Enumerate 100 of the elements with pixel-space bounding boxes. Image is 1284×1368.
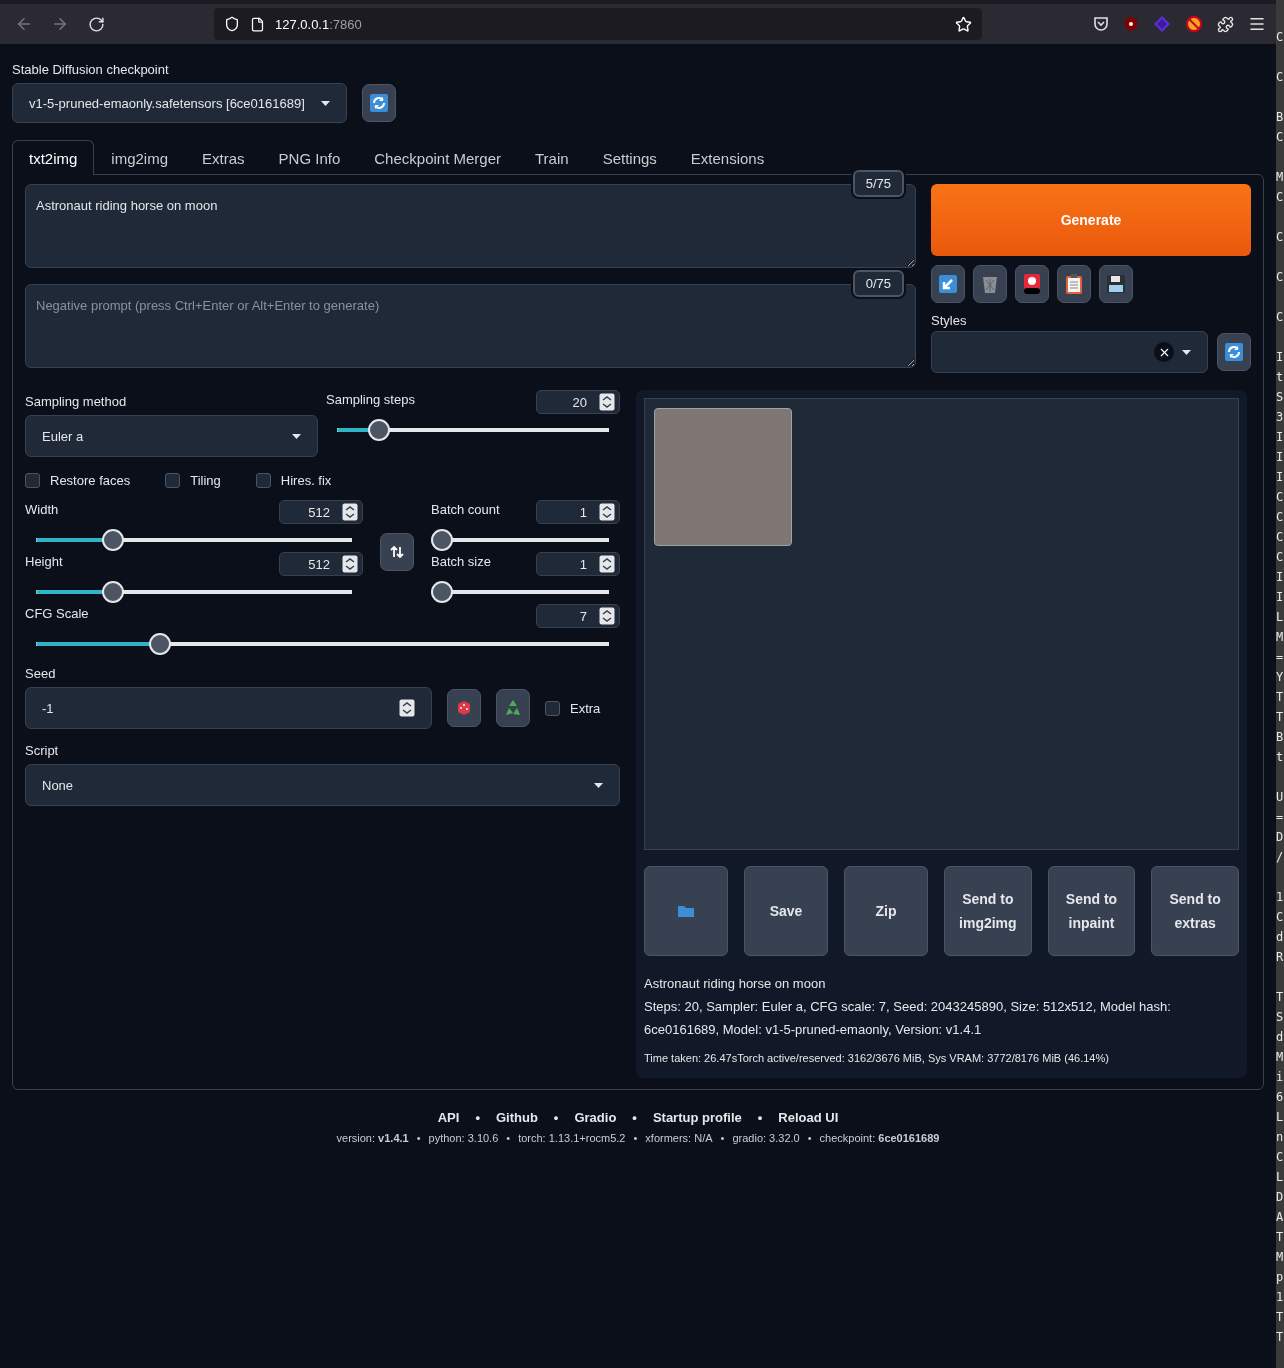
image-thumbnail[interactable] (654, 408, 792, 546)
footer-link[interactable]: API (437, 1110, 460, 1125)
version-text: python: 3.10.6 (428, 1132, 499, 1144)
terminal-text: C (1276, 509, 1284, 526)
bookmark-star-icon[interactable] (955, 15, 972, 33)
terminal-text: B (1276, 729, 1284, 746)
number-field[interactable]: 1 (536, 500, 620, 524)
footer-link[interactable]: Github (495, 1110, 538, 1125)
slider-thumb[interactable] (431, 581, 453, 603)
separator-dot: • (416, 1132, 421, 1144)
info-prompt: Astronaut riding horse on moon (644, 975, 827, 993)
tool-button[interactable] (1015, 265, 1049, 303)
tool-button[interactable] (931, 265, 965, 303)
slider-thumb[interactable] (101, 581, 124, 603)
terminal-text: I (1276, 469, 1284, 486)
token-counter: 0/75 (852, 270, 904, 297)
token-counter: 5/75 (852, 170, 904, 197)
checkbox[interactable] (545, 700, 560, 716)
terminal-text: C (1276, 489, 1284, 506)
number-field[interactable]: 512 (279, 500, 363, 524)
slider-thumb[interactable] (149, 633, 172, 655)
field-label: Script (25, 743, 60, 758)
tab[interactable]: txt2img (12, 140, 95, 175)
pocket-icon[interactable] (1093, 16, 1109, 32)
spinner-icon (599, 555, 615, 573)
tab[interactable]: img2img (94, 140, 186, 175)
page-icon (250, 16, 265, 32)
gallery-action-button[interactable]: Send to inpaint (1047, 866, 1136, 956)
trash-icon (982, 275, 998, 293)
terminal-text: 6 (1276, 1089, 1284, 1106)
number-field[interactable]: 1 (536, 552, 620, 576)
terminal-text: D (1276, 1189, 1284, 1206)
gallery-action-button[interactable]: Send to extras (1151, 866, 1239, 956)
number-field[interactable]: 512 (279, 552, 363, 576)
tab[interactable]: Extensions (673, 140, 782, 175)
slider-label: Batch size (431, 553, 491, 569)
checkbox-label: Hires. fix (280, 473, 332, 488)
checkbox[interactable] (25, 473, 40, 488)
tool-button[interactable] (973, 265, 1007, 303)
checkbox-label: Restore faces (50, 473, 131, 488)
terminal-text: I (1276, 429, 1284, 446)
version-text: gradio: 3.32.0 (732, 1132, 800, 1144)
clear-icon[interactable] (1154, 342, 1174, 362)
terminal-text: L (1276, 609, 1284, 626)
checkbox[interactable] (255, 473, 271, 488)
recycle-button[interactable] (496, 689, 530, 727)
terminal-text: C (1276, 269, 1284, 286)
footer-link[interactable]: Reload UI (778, 1110, 839, 1125)
gallery-action-button[interactable]: Save (744, 866, 828, 956)
address-bar[interactable]: 127.0.0.1:7860 (214, 8, 982, 40)
number-field[interactable]: 20 (536, 390, 620, 414)
dice-button[interactable] (447, 689, 481, 727)
sampling-method-dropdown[interactable]: Euler a (25, 415, 318, 457)
terminal-text: T (1276, 989, 1284, 1006)
checkbox[interactable] (165, 473, 181, 488)
checkpoint-dropdown[interactable]: v1-5-pruned-emaonly.safetensors [6ce0161689] (12, 83, 347, 123)
slider-thumb[interactable] (101, 529, 124, 551)
tool-button[interactable] (1057, 265, 1091, 303)
seed-field[interactable]: -1 (25, 687, 432, 729)
spinner-icon (342, 503, 358, 521)
folder-button[interactable] (644, 866, 728, 956)
tab[interactable]: PNG Info (261, 140, 358, 175)
script-dropdown[interactable]: None (25, 764, 620, 806)
refresh-icon (1225, 343, 1243, 361)
tab[interactable]: Settings (585, 140, 674, 175)
slider-thumb[interactable] (367, 419, 390, 441)
menu-icon[interactable] (1248, 15, 1266, 33)
terminal-text: i (1276, 1069, 1284, 1086)
version-text: xformers: N/A (645, 1132, 713, 1144)
version-text: version: v1.4.1 (336, 1132, 409, 1144)
terminal-text: C (1276, 29, 1284, 46)
terminal-text: C (1276, 189, 1284, 206)
tab[interactable]: Train (518, 140, 586, 175)
terminal-text: M (1276, 1049, 1284, 1066)
terminal-text: 1 (1276, 889, 1284, 906)
extensions-icon[interactable] (1217, 15, 1234, 33)
tab[interactable]: Checkpoint Merger (357, 140, 518, 175)
terminal-text: I (1276, 449, 1284, 466)
tool-button[interactable] (1099, 265, 1133, 303)
caret-icon (292, 433, 301, 439)
gallery-action-button[interactable]: Send to img2img (944, 866, 1032, 956)
tab[interactable]: Extras (185, 140, 262, 175)
footer-link[interactable]: Gradio (574, 1110, 617, 1125)
gallery-action-button[interactable]: Zip (844, 866, 928, 956)
arrow-icon (939, 275, 957, 293)
footer-link[interactable]: Startup profile (652, 1110, 742, 1125)
spinner-icon (599, 393, 615, 411)
terminal-text: R (1276, 949, 1284, 966)
refresh-button[interactable] (1217, 333, 1251, 371)
slider-thumb[interactable] (431, 529, 453, 551)
separator-dot: • (720, 1132, 725, 1144)
swap-button[interactable] (380, 533, 414, 571)
separator-dot: • (553, 1110, 559, 1125)
terminal-text: Y (1276, 669, 1284, 686)
shield-badge-icon[interactable] (1123, 16, 1139, 32)
terminal-text: p (1276, 1269, 1284, 1286)
terminal-text: n (1276, 1129, 1284, 1146)
refresh-button[interactable] (362, 84, 396, 122)
blocked-icon[interactable] (1185, 15, 1203, 33)
number-field[interactable]: 7 (536, 604, 620, 628)
